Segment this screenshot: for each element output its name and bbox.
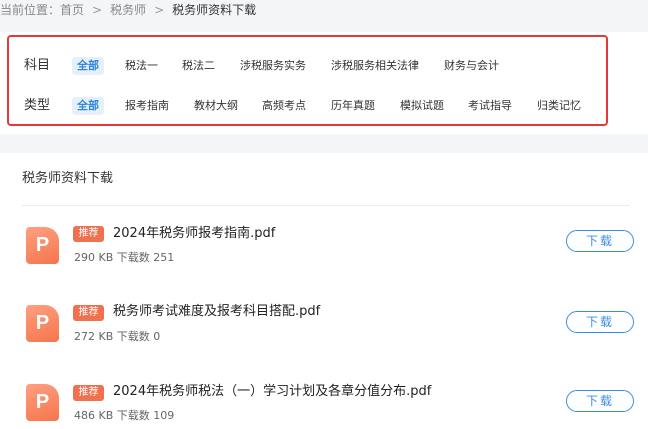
file-name-link[interactable]: 税务师考试难度及报考科目搭配.pdf <box>113 303 320 321</box>
section-title: 税务师资料下载 <box>22 171 114 186</box>
filter-type-label: 类型 <box>24 98 51 113</box>
pdf-file-icon: P <box>26 305 59 342</box>
pdf-file-icon: P <box>26 227 59 264</box>
filter-type-exam-tips[interactable]: 考试指导 <box>463 97 517 115</box>
breadcrumb-separator: > <box>92 3 103 17</box>
filter-subject-tax-service-practice[interactable]: 涉税服务实务 <box>235 57 311 75</box>
filter-type-exam-guide[interactable]: 报考指南 <box>120 97 174 115</box>
breadcrumb-current: 税务师资料下载 <box>172 3 257 17</box>
recommend-badge: 推荐 <box>73 305 104 321</box>
file-name-link[interactable]: 2024年税务师税法（一）学习计划及各章分值分布.pdf <box>113 383 431 401</box>
recommend-badge: 推荐 <box>73 385 104 401</box>
filter-subject-all[interactable]: 全部 <box>72 57 104 75</box>
filter-type-textbook-outline[interactable]: 教材大纲 <box>189 97 243 115</box>
file-meta: 486 KB 下载数 109 <box>74 409 175 422</box>
download-button[interactable]: 下载 <box>566 311 634 333</box>
filter-subject-tax-law-2[interactable]: 税法二 <box>177 57 220 75</box>
filter-subject-tax-service-law[interactable]: 涉税服务相关法律 <box>326 57 424 75</box>
filter-subject-tax-law-1[interactable]: 税法一 <box>120 57 163 75</box>
file-meta: 290 KB 下载数 251 <box>74 251 175 264</box>
pdf-file-icon: P <box>26 384 59 421</box>
filter-type-all[interactable]: 全部 <box>72 97 104 115</box>
filter-subject-finance-accounting[interactable]: 财务与会计 <box>439 57 504 75</box>
file-name-link[interactable]: 2024年税务师报考指南.pdf <box>113 225 275 243</box>
breadcrumb-separator: > <box>154 3 165 17</box>
download-button[interactable]: 下载 <box>566 390 634 412</box>
section-divider <box>22 205 630 206</box>
filter-type-mock-exams[interactable]: 模拟试题 <box>395 97 449 115</box>
breadcrumb-home-link[interactable]: 首页 <box>60 3 84 17</box>
breadcrumb: 当前位置：首页 > 税务师 > 税务师资料下载 <box>0 0 648 22</box>
file-meta: 272 KB 下载数 0 <box>74 330 161 343</box>
filter-subject-label: 科目 <box>24 58 51 73</box>
download-button[interactable]: 下载 <box>566 230 634 252</box>
filter-type-key-points[interactable]: 高频考点 <box>257 97 311 115</box>
breadcrumb-category-link[interactable]: 税务师 <box>110 3 146 17</box>
filter-type-memory-summary[interactable]: 归类记忆 <box>532 97 586 115</box>
recommend-badge: 推荐 <box>73 226 104 242</box>
filter-type-past-exams[interactable]: 历年真题 <box>326 97 380 115</box>
breadcrumb-prefix: 当前位置： <box>0 3 61 17</box>
